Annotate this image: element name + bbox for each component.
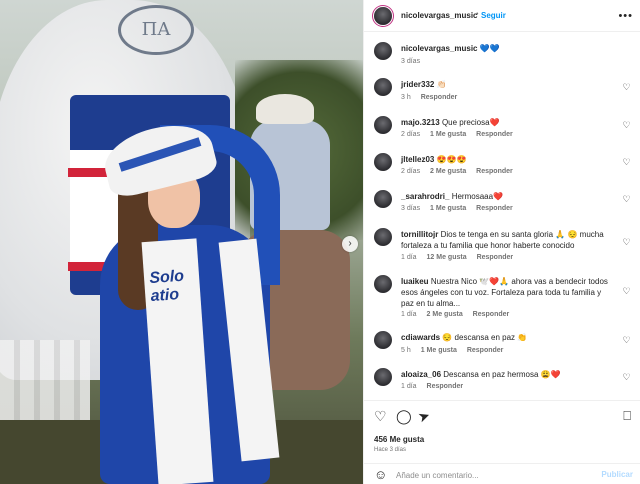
post-header: nicolevargas_music • Seguir ••• bbox=[364, 0, 640, 32]
comment-meta: 3 h Responder bbox=[401, 94, 465, 101]
caption-body: 💙💙 bbox=[479, 44, 500, 53]
author-avatar[interactable] bbox=[374, 7, 392, 25]
reply-button[interactable]: Responder bbox=[427, 383, 464, 390]
balloon-logo: ΠΑ bbox=[118, 5, 194, 55]
comment-username[interactable]: _sarahrodri_ bbox=[401, 192, 449, 201]
comment-avatar[interactable] bbox=[374, 190, 392, 208]
comment-text: luaikeu Nuestra Nico 🕊️❤️🙏 ahora vas a b… bbox=[401, 276, 611, 309]
heart-icon[interactable]: ♡ bbox=[622, 287, 631, 296]
instagram-post-view: ΠΑ Solo atio › nicolevargas_music • Segu… bbox=[0, 0, 640, 484]
comment-likes[interactable]: 1 Me gusta bbox=[430, 131, 466, 138]
reply-button[interactable]: Responder bbox=[467, 347, 504, 354]
reply-button[interactable]: Responder bbox=[477, 254, 514, 261]
separator-dot: • bbox=[476, 11, 479, 18]
publish-button[interactable]: Publicar bbox=[601, 470, 633, 479]
reply-button[interactable]: Responder bbox=[476, 131, 513, 138]
comment-text: majo.3213 Que preciosa❤️ bbox=[401, 117, 611, 128]
comment-meta: 1 día Responder bbox=[401, 383, 471, 390]
comment-time: 1 día bbox=[401, 254, 417, 261]
comment-likes[interactable]: 1 Me gusta bbox=[430, 205, 466, 212]
comment-body: 😍😍😍 bbox=[436, 155, 467, 164]
comment-username[interactable]: luaikeu bbox=[401, 277, 429, 286]
caption-avatar[interactable] bbox=[374, 42, 392, 60]
comment-body: Descansa en paz hermosa 😩❤️ bbox=[443, 370, 561, 379]
comment-time: 2 días bbox=[401, 131, 421, 138]
emoji-icon[interactable]: ☺ bbox=[374, 468, 387, 481]
comment-likes[interactable]: 2 Me gusta bbox=[430, 168, 466, 175]
comment-time: 1 día bbox=[401, 383, 417, 390]
comment-avatar[interactable] bbox=[374, 116, 392, 134]
caption-time: 3 días bbox=[401, 58, 421, 65]
reply-button[interactable]: Responder bbox=[421, 94, 458, 101]
comment-username[interactable]: jrider332 bbox=[401, 80, 434, 89]
comment-meta: 2 días 1 Me gusta Responder bbox=[401, 131, 521, 138]
comment-text: cdiawards 😔 descansa en paz 👏 bbox=[401, 332, 611, 343]
heart-icon[interactable]: ♡ bbox=[622, 158, 631, 167]
comment-meta: 2 días 2 Me gusta Responder bbox=[401, 168, 521, 175]
reply-button[interactable]: Responder bbox=[473, 311, 510, 318]
comment-text: tornillitojr Dios te tenga en su santa g… bbox=[401, 229, 611, 251]
heart-icon[interactable]: ♡ bbox=[622, 83, 631, 92]
comment-text: jrider332 👏🏻 bbox=[401, 79, 611, 90]
comment-body: 👏🏻 bbox=[436, 80, 447, 89]
comment-text: _sarahrodri_ Hermosaaa❤️ bbox=[401, 191, 611, 202]
comment-username[interactable]: majo.3213 bbox=[401, 118, 440, 127]
post-side-panel: nicolevargas_music • Seguir ••• nicoleva… bbox=[363, 0, 640, 484]
comment-body: Que preciosa❤️ bbox=[441, 118, 500, 127]
caption-username[interactable]: nicolevargas_music bbox=[401, 44, 477, 53]
comment-meta: 1 día 2 Me gusta Responder bbox=[401, 311, 517, 318]
send-icon[interactable]: ➤ bbox=[416, 406, 432, 425]
heart-icon[interactable]: ♡ bbox=[622, 336, 631, 345]
comment-icon[interactable]: ◯ bbox=[396, 409, 412, 423]
comment-avatar[interactable] bbox=[374, 368, 392, 386]
chevron-right-icon[interactable]: › bbox=[342, 236, 358, 252]
comment-likes[interactable]: 1 Me gusta bbox=[421, 347, 457, 354]
comment-username[interactable]: cdiawards bbox=[401, 333, 440, 342]
comment-text: aloaiza_06 Descansa en paz hermosa 😩❤️ bbox=[401, 369, 611, 380]
scarf-text: Solo atio bbox=[149, 266, 211, 306]
heart-icon[interactable]: ♡ bbox=[622, 238, 631, 247]
caption-meta: 3 días bbox=[401, 58, 428, 65]
comment-input[interactable] bbox=[396, 468, 596, 482]
heart-icon[interactable]: ♡ bbox=[374, 409, 387, 423]
comment-meta: 5 h 1 Me gusta Responder bbox=[401, 347, 511, 354]
comment-username[interactable]: jltellez03 bbox=[401, 155, 434, 164]
comment-text: jltellez03 😍😍😍 bbox=[401, 154, 611, 165]
comment-likes[interactable]: 2 Me gusta bbox=[427, 311, 463, 318]
comment-avatar[interactable] bbox=[374, 153, 392, 171]
more-horizontal-icon[interactable]: ••• bbox=[618, 10, 633, 22]
comment-meta: 3 días 1 Me gusta Responder bbox=[401, 205, 521, 212]
comment-time: 2 días bbox=[401, 168, 421, 175]
author-username[interactable]: nicolevargas_music bbox=[401, 11, 477, 20]
comment-body: Hermosaaa❤️ bbox=[451, 192, 504, 201]
heart-icon[interactable]: ♡ bbox=[622, 121, 631, 130]
comment-likes[interactable]: 12 Me gusta bbox=[427, 254, 467, 261]
comment-avatar[interactable] bbox=[374, 275, 392, 293]
comment-avatar[interactable] bbox=[374, 228, 392, 246]
post-date: Hace 3 días bbox=[374, 447, 407, 453]
comment-body: 😔 descansa en paz 👏 bbox=[442, 333, 528, 342]
comment-time: 1 día bbox=[401, 311, 417, 318]
reply-button[interactable]: Responder bbox=[476, 168, 513, 175]
comment-avatar[interactable] bbox=[374, 78, 392, 96]
comment-meta: 1 día 12 Me gusta Responder bbox=[401, 254, 521, 261]
post-actions: ♡ ◯ ➤ ⎕ 456 Me gusta Hace 3 días ☺ Publi… bbox=[364, 400, 640, 484]
likes-count[interactable]: 456 Me gusta bbox=[374, 435, 424, 444]
comment-username[interactable]: aloaiza_06 bbox=[401, 370, 441, 379]
follow-button[interactable]: Seguir bbox=[481, 11, 506, 20]
comment-time: 5 h bbox=[401, 347, 411, 354]
bookmark-icon[interactable]: ⎕ bbox=[623, 409, 631, 423]
add-comment-bar: ☺ Publicar bbox=[364, 463, 640, 484]
caption-text: nicolevargas_music 💙💙 bbox=[401, 43, 611, 54]
reply-button[interactable]: Responder bbox=[476, 205, 513, 212]
comment-body: Nuestra Nico 🕊️❤️🙏 ahora vas a bendecir … bbox=[401, 277, 608, 308]
comment-avatar[interactable] bbox=[374, 331, 392, 349]
comment-time: 3 días bbox=[401, 205, 421, 212]
rider-hat bbox=[256, 94, 314, 124]
heart-icon[interactable]: ♡ bbox=[622, 195, 631, 204]
comment-time: 3 h bbox=[401, 94, 411, 101]
heart-icon[interactable]: ♡ bbox=[622, 373, 631, 382]
comment-username[interactable]: tornillitojr bbox=[401, 230, 438, 239]
post-photo[interactable]: ΠΑ Solo atio › bbox=[0, 0, 363, 484]
